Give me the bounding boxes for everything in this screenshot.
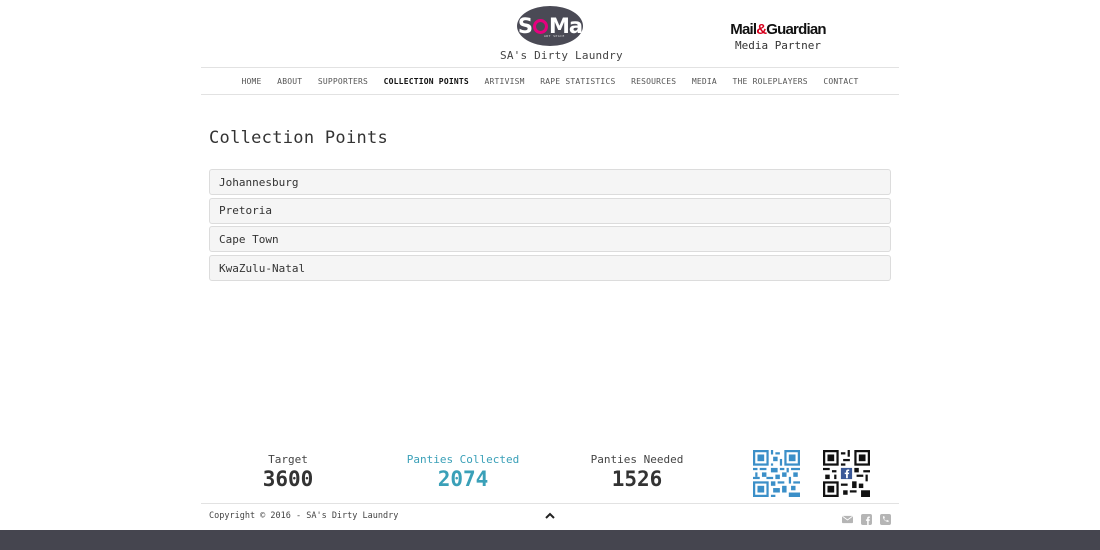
nav-collection-points[interactable]: COLLECTION POINTS (376, 77, 477, 86)
media-partner[interactable]: Mail&Guardian Media Partner (726, 22, 830, 52)
collected-label: Panties Collected (406, 453, 520, 466)
phone-icon[interactable] (880, 510, 891, 525)
needed-value: 1526 (611, 467, 663, 491)
bottom-bar (0, 530, 1100, 550)
site-header: S Ma ART SPACE SA's Dirty Laundry Mail&Gu… (0, 0, 1100, 67)
nav-the-roleplayers[interactable]: THE ROLEPLAYERS (725, 77, 816, 86)
stat-needed: Panties Needed 1526 (567, 453, 707, 491)
qr-code-blue-icon[interactable] (753, 450, 800, 497)
copyright-text: Copyright © 2016 - SA's Dirty Laundry (209, 511, 399, 521)
social-links (842, 510, 891, 525)
accordion-item-cape-town[interactable]: Cape Town (209, 226, 891, 253)
site-footer: Copyright © 2016 - SA's Dirty Laundry (201, 503, 899, 528)
soma-logo: S Ma ART SPACE (517, 6, 583, 46)
nav-contact[interactable]: CONTACT (816, 77, 867, 86)
stats-section: Target 3600 Panties Collected 2074 Panti… (201, 450, 899, 502)
nav-media[interactable]: MEDIA (684, 77, 725, 86)
envelope-icon[interactable] (842, 510, 853, 524)
qr-code-facebook-icon[interactable] (823, 450, 870, 497)
collected-value: 2074 (437, 467, 489, 491)
main-nav: HOME ABOUT SUPPORTERS COLLECTION POINTS … (201, 67, 899, 95)
collection-points-accordion: Johannesburg Pretoria Cape Town KwaZulu-… (209, 169, 891, 284)
nav-home[interactable]: HOME (234, 77, 270, 86)
mail-guardian-logo: Mail&Guardian (730, 21, 826, 38)
stat-target: Target 3600 (218, 453, 358, 491)
partner-label: Media Partner (734, 39, 822, 52)
accordion-item-kwazulu-natal[interactable]: KwaZulu-Natal (209, 255, 891, 282)
chevron-up-icon[interactable] (544, 510, 556, 522)
nav-supporters[interactable]: SUPPORTERS (310, 77, 376, 86)
logo-subtext: ART SPACE (544, 34, 565, 38)
target-label: Target (268, 453, 308, 466)
facebook-icon[interactable] (861, 510, 872, 525)
page-title: Collection Points (209, 128, 389, 148)
target-value: 3600 (262, 467, 314, 491)
needed-label: Panties Needed (590, 453, 684, 466)
stat-collected: Panties Collected 2074 (393, 453, 533, 491)
nav-about[interactable]: ABOUT (269, 77, 310, 86)
accordion-item-johannesburg[interactable]: Johannesburg (209, 169, 891, 195)
site-logo-link[interactable]: S Ma ART SPACE SA's Dirty Laundry (500, 6, 623, 62)
nav-resources[interactable]: RESOURCES (623, 77, 684, 86)
nav-rape-statistics[interactable]: RAPE STATISTICS (532, 77, 623, 86)
nav-artivism[interactable]: ARTIVISM (477, 77, 533, 86)
site-name: SA's Dirty Laundry (500, 49, 623, 62)
accordion-item-pretoria[interactable]: Pretoria (209, 197, 891, 224)
